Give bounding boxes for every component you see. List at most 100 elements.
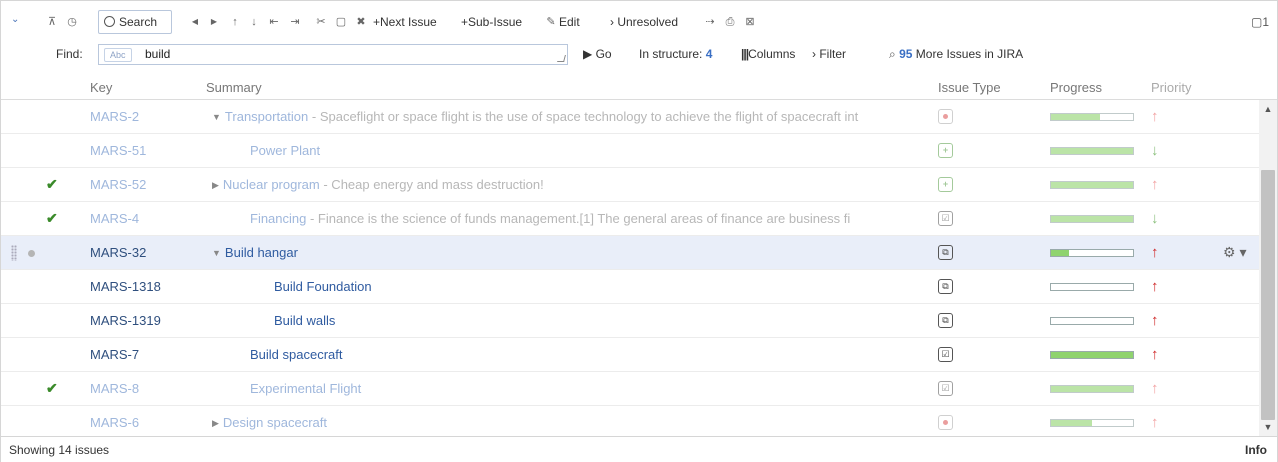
outdent-icon[interactable]: ⇤ — [267, 10, 281, 34]
issue-summary[interactable]: Financing - Finance is the science of fu… — [250, 202, 929, 235]
issue-title[interactable]: Financing — [250, 211, 306, 226]
collapse-arrow-icon[interactable]: ▼ — [212, 237, 221, 269]
issue-title[interactable]: Build hangar — [225, 245, 298, 260]
issue-title[interactable]: Nuclear program — [223, 177, 320, 192]
issue-title[interactable]: Power Plant — [250, 143, 320, 158]
excel-export-icon[interactable]: ⊠ — [743, 10, 757, 34]
transform-icon[interactable]: ⇢ — [703, 10, 717, 34]
footer: Showing 14 issues Info — [1, 436, 1277, 462]
drag-handle-icon[interactable] — [11, 245, 17, 261]
issue-title[interactable]: Experimental Flight — [250, 381, 361, 396]
indent-icon[interactable]: ⇥ — [288, 10, 302, 34]
column-header-summary[interactable]: Summary — [206, 76, 262, 100]
row-actions-gear-icon[interactable]: ⚙ ▾ — [1223, 236, 1246, 269]
priority-high-icon: ↑ — [1151, 278, 1159, 295]
move-down-icon[interactable]: ↓ — [247, 10, 261, 34]
table-row[interactable]: MARS-1319 Build walls ⧉ ↑ — [1, 304, 1259, 338]
remove-icon[interactable]: ✖ — [354, 10, 368, 34]
table-row[interactable]: MARS-2 ▼ Transportation - Spaceflight or s… — [1, 100, 1259, 134]
issue-summary[interactable]: Build Foundation — [274, 270, 929, 303]
issue-title[interactable]: Design spacecraft — [223, 415, 327, 430]
scroll-up-icon[interactable]: ▲ — [1259, 102, 1277, 116]
find-input-value: build — [145, 47, 171, 61]
toolbar-row-actions: ⌄ ⊼ ◷ Search ◀ ▶ ↑ ↓ ⇤ ⇥ ✂ ▢ ✖ +Next Iss… — [1, 10, 1277, 34]
issue-summary[interactable]: Build spacecraft — [250, 338, 929, 371]
issue-key[interactable]: MARS-1319 — [90, 304, 200, 337]
column-header-key[interactable]: Key — [90, 76, 112, 100]
progress-fill — [1051, 352, 1133, 358]
match-case-chip[interactable]: Abc — [104, 48, 132, 62]
issue-summary[interactable]: Build walls — [274, 304, 929, 337]
table-row[interactable]: ✔ MARS-8 Experimental Flight ☑ ↑ — [1, 372, 1259, 406]
history-icon[interactable]: ◷ — [65, 10, 79, 34]
task-type-icon: ☑ — [938, 381, 953, 396]
copy-count[interactable]: ▢1 — [1251, 10, 1269, 34]
issue-summary[interactable]: ▶ Design spacecraft — [212, 406, 929, 439]
issue-summary[interactable]: ▼ Transportation - Spaceflight or space f… — [212, 100, 929, 133]
table-row[interactable]: MARS-1318 Build Foundation ⧉ ↑ — [1, 270, 1259, 304]
issue-key[interactable]: MARS-7 — [90, 338, 200, 371]
collapse-toolbar-icon[interactable]: ⌄ — [11, 14, 21, 25]
more-issues-link[interactable]: ⌕ 95 More Issues in JIRA — [889, 42, 1023, 66]
issue-key[interactable]: MARS-4 — [90, 202, 200, 235]
find-label: Find: — [56, 47, 83, 61]
vertical-scrollbar[interactable]: ▲ ▼ — [1259, 100, 1277, 436]
issue-key[interactable]: MARS-32 — [90, 236, 200, 269]
issue-title[interactable]: Transportation — [225, 109, 308, 124]
issue-title[interactable]: Build spacecraft — [250, 347, 343, 362]
pin-icon[interactable]: ⊼ — [45, 10, 59, 34]
columns-button[interactable]: |||Columns — [741, 42, 795, 66]
toolbar: ⌄ ⊼ ◷ Search ◀ ▶ ↑ ↓ ⇤ ⇥ ✂ ▢ ✖ +Next Iss… — [1, 1, 1277, 71]
move-right-icon[interactable]: ▶ — [207, 10, 221, 34]
table-row[interactable]: MARS-51 Power Plant + ↓ — [1, 134, 1259, 168]
cut-icon[interactable]: ✂ — [314, 10, 328, 34]
move-up-icon[interactable]: ↑ — [228, 10, 242, 34]
issue-description: - Finance is the science of funds manage… — [306, 211, 851, 226]
issue-summary[interactable]: ▶ Nuclear program - Cheap energy and mass… — [212, 168, 929, 201]
issue-summary[interactable]: Experimental Flight — [250, 372, 929, 405]
edit-button[interactable]: Edit — [559, 10, 580, 34]
issue-key[interactable]: MARS-51 — [90, 134, 200, 167]
collapse-arrow-icon[interactable]: ▼ — [212, 101, 221, 133]
table-row[interactable]: ✔ MARS-52 ▶ Nuclear program - Cheap energy … — [1, 168, 1259, 202]
column-header-priority[interactable]: Priority — [1151, 76, 1191, 100]
filter-button[interactable]: › Filter — [812, 42, 846, 66]
progress-fill — [1051, 420, 1092, 426]
resize-handle-icon[interactable] — [557, 55, 566, 62]
table-row[interactable]: MARS-32 ▼ Build hangar ⧉ ↑ ⚙ ▾ — [1, 236, 1259, 270]
next-issue-button[interactable]: +Next Issue — [373, 10, 437, 34]
expand-arrow-icon[interactable]: ▶ — [212, 169, 219, 201]
issue-title[interactable]: Build walls — [274, 313, 335, 328]
progress-fill — [1051, 250, 1069, 256]
search-button[interactable]: Search — [98, 10, 172, 34]
unresolved-filter-button[interactable]: › Unresolved — [610, 10, 678, 34]
column-header-progress[interactable]: Progress — [1050, 76, 1102, 100]
in-structure-text: In structure: — [639, 47, 703, 61]
table-row[interactable]: MARS-6 ▶ Design spacecraft ↑ — [1, 406, 1259, 440]
issue-count-status: Showing 14 issues — [9, 443, 110, 457]
issue-key[interactable]: MARS-52 — [90, 168, 200, 201]
issue-summary[interactable]: Power Plant — [250, 134, 929, 167]
issue-key[interactable]: MARS-8 — [90, 372, 200, 405]
issue-summary[interactable]: ▼ Build hangar — [212, 236, 929, 269]
priority-high-icon: ↑ — [1151, 108, 1159, 125]
progress-fill — [1051, 216, 1133, 222]
paste-icon[interactable]: ▢ — [334, 10, 348, 34]
issue-key[interactable]: MARS-2 — [90, 100, 200, 133]
go-button[interactable]: ▶ Go — [583, 42, 612, 66]
issue-title[interactable]: Build Foundation — [274, 279, 372, 294]
issue-key[interactable]: MARS-6 — [90, 406, 200, 439]
progress-bar — [1050, 181, 1134, 189]
table-row[interactable]: MARS-7 Build spacecraft ☑ ↑ — [1, 338, 1259, 372]
move-left-icon[interactable]: ◀ — [188, 10, 202, 34]
issue-key[interactable]: MARS-1318 — [90, 270, 200, 303]
print-icon[interactable]: ⎙ — [723, 10, 737, 34]
scroll-down-icon[interactable]: ▼ — [1259, 420, 1277, 434]
sub-issue-button[interactable]: +Sub-Issue — [461, 10, 522, 34]
find-input[interactable]: Abc build — [98, 44, 568, 65]
column-header-issue-type[interactable]: Issue Type — [938, 76, 1001, 100]
expand-arrow-icon[interactable]: ▶ — [212, 407, 219, 439]
table-row[interactable]: ✔ MARS-4 Financing - Finance is the scienc… — [1, 202, 1259, 236]
info-link[interactable]: Info — [1245, 437, 1267, 462]
scroll-thumb[interactable] — [1261, 170, 1275, 420]
